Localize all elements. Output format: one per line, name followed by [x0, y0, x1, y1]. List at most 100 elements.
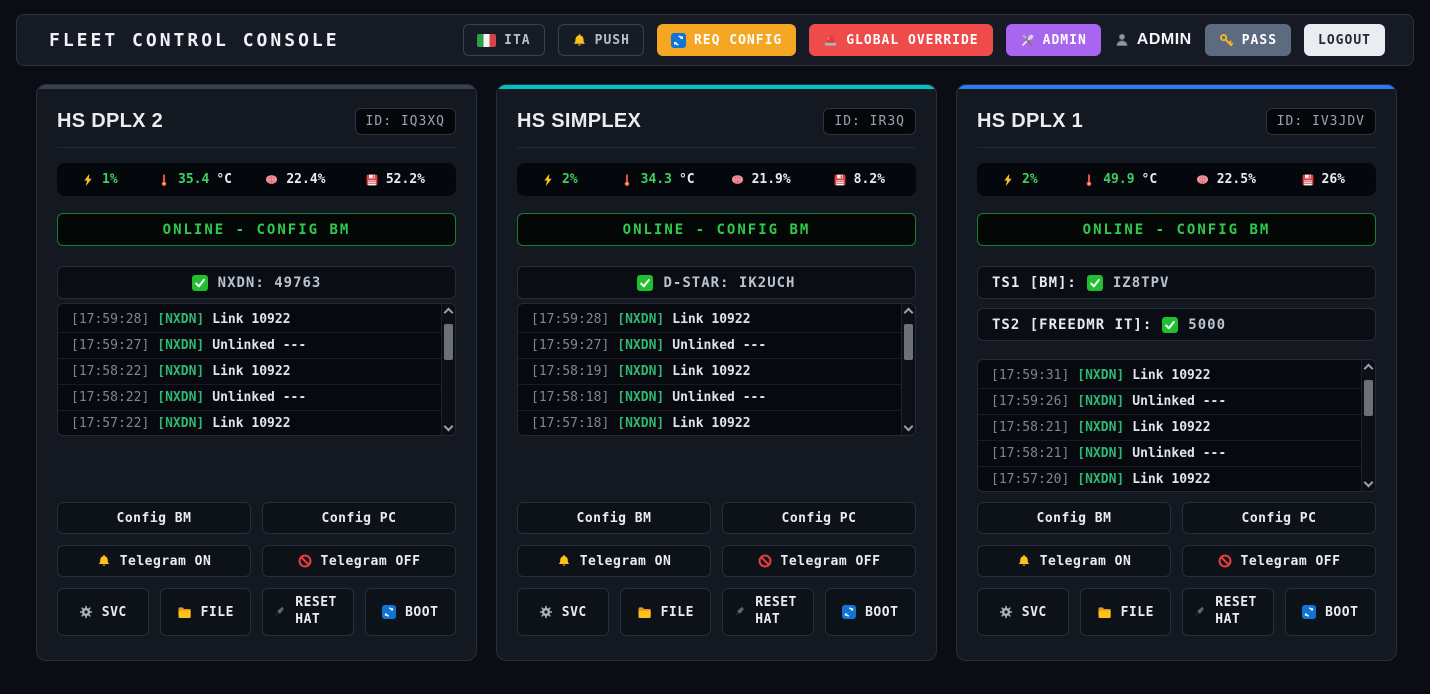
- logout-button[interactable]: LOGOUT: [1304, 24, 1385, 56]
- telegram-off-button[interactable]: Telegram OFF: [262, 545, 456, 577]
- scroll-down-icon[interactable]: [444, 422, 454, 432]
- log-message: Link 10922: [212, 364, 290, 379]
- svc-button[interactable]: SVC: [977, 588, 1069, 636]
- svc-button[interactable]: SVC: [517, 588, 609, 636]
- disk-icon: [1301, 173, 1315, 187]
- log-entry: [17:59:28] [NXDN] Link 10922: [518, 307, 901, 333]
- scrollbar-thumb[interactable]: [1364, 380, 1373, 416]
- thermometer-icon: [157, 173, 171, 187]
- log-entry: [17:58:21] [NXDN] Link 10922: [978, 415, 1361, 441]
- scroll-up-icon[interactable]: [444, 308, 454, 318]
- log-tag: [NXDN]: [617, 364, 664, 379]
- global-override-button[interactable]: GLOBAL OVERRIDE: [809, 24, 992, 56]
- log-rows: [17:59:31] [NXDN] Link 10922 [17:59:26] …: [978, 360, 1361, 491]
- reset-hat-button[interactable]: RESET HAT: [1182, 588, 1274, 636]
- file-label: FILE: [661, 605, 694, 620]
- tools-icon: [1020, 33, 1035, 48]
- admin-panel-button[interactable]: ADMIN: [1006, 24, 1101, 56]
- telegram-off-button[interactable]: Telegram OFF: [1182, 545, 1376, 577]
- plug-icon: [272, 605, 286, 619]
- service-value: 5000: [1188, 317, 1226, 333]
- scroll-down-icon[interactable]: [904, 422, 914, 432]
- config-bm-button[interactable]: Config BM: [977, 502, 1171, 534]
- service-value: D-STAR: IK2UCH: [663, 275, 795, 291]
- log-scrollbar[interactable]: [901, 304, 915, 435]
- card-buttons: Config BM Config PC Telegram ON: [57, 502, 456, 636]
- bell-icon: [572, 33, 587, 48]
- log-entry: [17:58:21] [NXDN] Unlinked ---: [978, 441, 1361, 467]
- log-timestamp: [17:59:28]: [531, 312, 609, 327]
- cpu-stat: 21.9%: [730, 172, 798, 187]
- plug-icon: [1192, 605, 1206, 619]
- device-title: HS DPLX 1: [977, 110, 1083, 133]
- admin-panel-label: ADMIN: [1043, 33, 1087, 48]
- scrollbar-thumb[interactable]: [444, 324, 453, 360]
- log-message: Link 10922: [212, 416, 290, 431]
- log-tag: [NXDN]: [157, 390, 204, 405]
- pass-button[interactable]: PASS: [1205, 24, 1291, 56]
- config-pc-label: Config PC: [322, 511, 397, 526]
- push-button[interactable]: PUSH: [558, 24, 644, 56]
- log-entry: [17:57:18] [NXDN] Link 10922: [518, 411, 901, 435]
- log-entry: [17:57:22] [NXDN] Link 10922: [58, 411, 441, 435]
- check-icon: [1162, 317, 1178, 333]
- service-prefix: TS1 [BM]:: [992, 275, 1077, 291]
- log-tag: [NXDN]: [1077, 472, 1124, 487]
- log-tag: [NXDN]: [617, 312, 664, 327]
- log-timestamp: [17:59:31]: [991, 368, 1069, 383]
- scroll-up-icon[interactable]: [904, 308, 914, 318]
- svc-label: SVC: [102, 605, 127, 620]
- telegram-off-button[interactable]: Telegram OFF: [722, 545, 916, 577]
- log-entry: [17:58:22] [NXDN] Unlinked ---: [58, 385, 441, 411]
- bell-icon: [557, 554, 571, 568]
- disk-stat: 26%: [1301, 172, 1352, 187]
- telegram-on-button[interactable]: Telegram ON: [57, 545, 251, 577]
- log-timestamp: [17:59:27]: [71, 338, 149, 353]
- sync-icon: [1302, 605, 1316, 619]
- log-timestamp: [17:58:19]: [531, 364, 609, 379]
- telegram-on-button[interactable]: Telegram ON: [977, 545, 1171, 577]
- device-card: HS SIMPLEX ID: IR3Q 2% 34.3°C 21: [496, 84, 937, 661]
- config-bm-button[interactable]: Config BM: [57, 502, 251, 534]
- file-button[interactable]: FILE: [1080, 588, 1172, 636]
- config-pc-button[interactable]: Config PC: [722, 502, 916, 534]
- boot-button[interactable]: BOOT: [365, 588, 457, 636]
- gear-icon: [539, 605, 553, 619]
- scrollbar-thumb[interactable]: [904, 324, 913, 360]
- scroll-up-icon[interactable]: [1364, 364, 1374, 374]
- card-buttons: Config BM Config PC Telegram ON: [517, 502, 916, 636]
- temperature-stat: 34.3°C: [620, 172, 695, 187]
- device-title: HS DPLX 2: [57, 110, 163, 133]
- log-scrollbar[interactable]: [1361, 360, 1375, 491]
- reset-hat-button[interactable]: RESET HAT: [722, 588, 814, 636]
- log-message: Unlinked ---: [1132, 394, 1226, 409]
- config-pc-button[interactable]: Config PC: [1182, 502, 1376, 534]
- config-bm-button[interactable]: Config BM: [517, 502, 711, 534]
- power-stat: 1%: [81, 172, 125, 187]
- card-accent-bar: [37, 85, 476, 89]
- disk-stat: 8.2%: [833, 172, 892, 187]
- req-config-button[interactable]: REQ CONFIG: [657, 24, 796, 56]
- card-buttons: Config BM Config PC Telegram ON: [977, 502, 1376, 636]
- file-button[interactable]: FILE: [620, 588, 712, 636]
- svc-button[interactable]: SVC: [57, 588, 149, 636]
- device-title: HS SIMPLEX: [517, 110, 641, 133]
- config-pc-button[interactable]: Config PC: [262, 502, 456, 534]
- boot-button[interactable]: BOOT: [825, 588, 917, 636]
- reset-hat-button[interactable]: RESET HAT: [262, 588, 354, 636]
- status-banner: ONLINE - CONFIG BM: [57, 213, 456, 246]
- log-entry: [17:58:22] [NXDN] Link 10922: [58, 359, 441, 385]
- boot-button[interactable]: BOOT: [1285, 588, 1377, 636]
- log-message: Link 10922: [1132, 420, 1210, 435]
- log-scrollbar[interactable]: [441, 304, 455, 435]
- cpu-stat: 22.5%: [1195, 172, 1263, 187]
- service-value: NXDN: 49763: [218, 275, 322, 291]
- reset-hat-label: RESET HAT: [755, 595, 803, 629]
- log-timestamp: [17:57:20]: [991, 472, 1069, 487]
- boot-label: BOOT: [865, 605, 898, 620]
- file-button[interactable]: FILE: [160, 588, 252, 636]
- log-timestamp: [17:59:28]: [71, 312, 149, 327]
- telegram-on-button[interactable]: Telegram ON: [517, 545, 711, 577]
- language-button[interactable]: ITA: [463, 24, 544, 56]
- scroll-down-icon[interactable]: [1364, 478, 1374, 488]
